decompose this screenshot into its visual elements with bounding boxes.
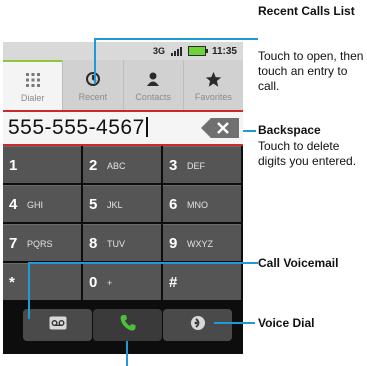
key-star[interactable]: * xyxy=(3,263,81,300)
tab-label: Recent xyxy=(78,92,108,102)
dialed-number: 555-555-4567 xyxy=(8,116,148,140)
phone-icon xyxy=(119,314,137,337)
recent-calls-icon xyxy=(85,68,101,90)
tab-label: Contacts xyxy=(135,92,171,102)
backspace-callout-line xyxy=(243,130,256,132)
tab-contacts[interactable]: Contacts xyxy=(122,60,183,110)
voicemail-icon xyxy=(49,316,67,335)
key-5[interactable]: 5 JKL xyxy=(83,185,161,222)
clock: 11:35 xyxy=(211,45,237,57)
battery-icon xyxy=(187,46,208,56)
call-callout-line xyxy=(126,341,128,366)
key-7[interactable]: 7 PQRS xyxy=(3,224,81,261)
key-1[interactable]: 1 xyxy=(3,146,81,183)
tab-bar: Dialer Recent Contacts Favorites xyxy=(3,60,243,110)
voice-dial-callout-line xyxy=(214,322,255,324)
key-3[interactable]: 3 DEF xyxy=(163,146,241,183)
key-0[interactable]: 0 + xyxy=(83,263,161,300)
phone-screen: 3G 11:35 Dialer Recent Contacts Favorite… xyxy=(3,42,243,354)
contacts-icon xyxy=(145,68,161,90)
backspace-icon[interactable] xyxy=(201,118,239,138)
voicemail-button[interactable] xyxy=(23,309,92,341)
key-4[interactable]: 4 GHI xyxy=(3,185,81,222)
tab-label: Dialer xyxy=(20,93,45,103)
key-6[interactable]: 6 MNO xyxy=(163,185,241,222)
call-button[interactable] xyxy=(93,309,162,341)
voicemail-callout-line xyxy=(28,262,30,319)
star-icon xyxy=(205,68,222,90)
tab-recent[interactable]: Recent xyxy=(62,60,122,110)
voice-dial-icon xyxy=(190,315,206,336)
number-field[interactable]: 555-555-4567 xyxy=(3,110,243,146)
signal-icon xyxy=(170,46,182,56)
voice-dial-button[interactable] xyxy=(163,309,232,341)
voicemail-callout-title: Call Voicemail xyxy=(258,256,339,270)
recent-callout-line xyxy=(94,38,258,40)
recent-calls-callout-title: Recent Calls List xyxy=(258,4,355,18)
key-9[interactable]: 9 WXYZ xyxy=(163,224,241,261)
tab-favorites[interactable]: Favorites xyxy=(182,60,243,110)
key-hash[interactable]: # xyxy=(163,263,241,300)
dialpad-icon xyxy=(25,69,41,91)
key-8[interactable]: 8 TUV xyxy=(83,224,161,261)
backspace-callout-body: Touch to delete digits you entered. xyxy=(258,139,357,168)
tab-dialer[interactable]: Dialer xyxy=(3,60,63,110)
recent-callout-line xyxy=(94,38,96,84)
key-2[interactable]: 2 ABC xyxy=(83,146,161,183)
tab-label: Favorites xyxy=(194,92,232,102)
voicemail-callout-line xyxy=(28,262,258,264)
network-indicator: 3G xyxy=(152,46,165,56)
backspace-callout-title: Backspace xyxy=(258,123,321,137)
voice-dial-callout-title: Voice Dial xyxy=(258,316,315,330)
status-bar: 3G 11:35 xyxy=(3,42,243,60)
recent-calls-callout-body: Touch to open, then touch an entry to ca… xyxy=(258,49,364,93)
